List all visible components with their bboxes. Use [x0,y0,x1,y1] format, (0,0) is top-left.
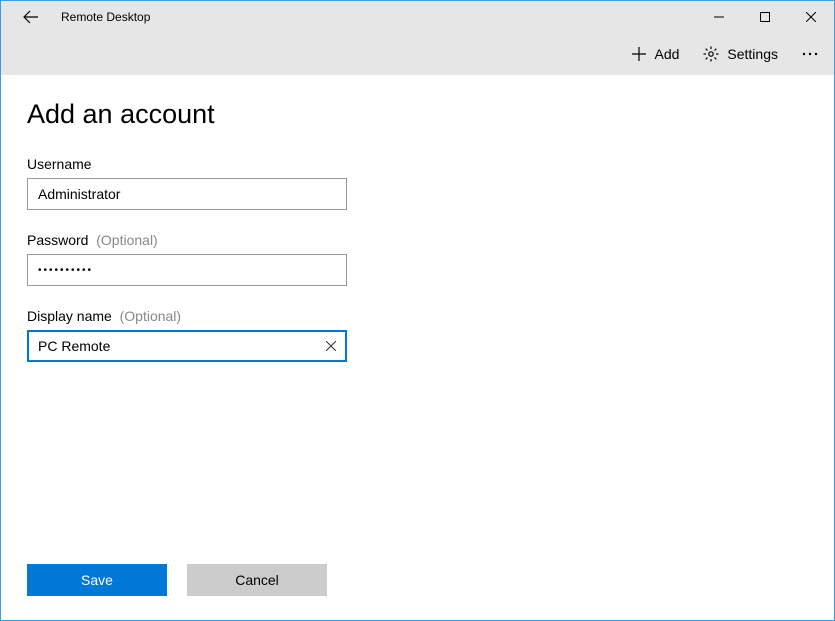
username-label: Username [27,156,808,172]
more-command[interactable] [792,46,828,62]
add-label: Add [654,46,679,62]
password-label: Password (Optional) [27,232,808,248]
content: Add an account Username Password (Option… [1,75,834,362]
close-button[interactable] [788,1,834,33]
titlebar: Remote Desktop [1,1,834,33]
displayname-field-group: Display name (Optional) [27,308,808,362]
footer-actions: Save Cancel [27,564,327,596]
back-button[interactable] [13,1,49,33]
displayname-optional-hint: (Optional) [120,308,181,324]
password-field-group: Password (Optional) [27,232,808,286]
displayname-input[interactable] [27,330,347,362]
password-input[interactable] [27,254,347,286]
settings-command[interactable]: Settings [693,40,788,68]
password-optional-hint: (Optional) [96,232,157,248]
gear-icon [703,46,719,62]
close-icon [806,12,816,22]
clear-x-icon [326,341,336,351]
more-icon [802,52,818,56]
username-input[interactable] [27,178,347,210]
maximize-icon [760,12,770,22]
minimize-icon [714,12,724,22]
displayname-label: Display name (Optional) [27,308,808,324]
back-arrow-icon [23,9,39,25]
window-title: Remote Desktop [49,10,150,24]
cancel-button[interactable]: Cancel [187,564,327,596]
window-controls [696,1,834,33]
maximize-button[interactable] [742,1,788,33]
save-button[interactable]: Save [27,564,167,596]
plus-icon [632,47,646,61]
command-bar: Add Settings [1,33,834,75]
minimize-button[interactable] [696,1,742,33]
settings-label: Settings [727,46,778,62]
add-command[interactable]: Add [622,40,689,68]
username-field-group: Username [27,156,808,210]
clear-displayname-button[interactable] [321,336,341,356]
page-title: Add an account [27,99,808,130]
